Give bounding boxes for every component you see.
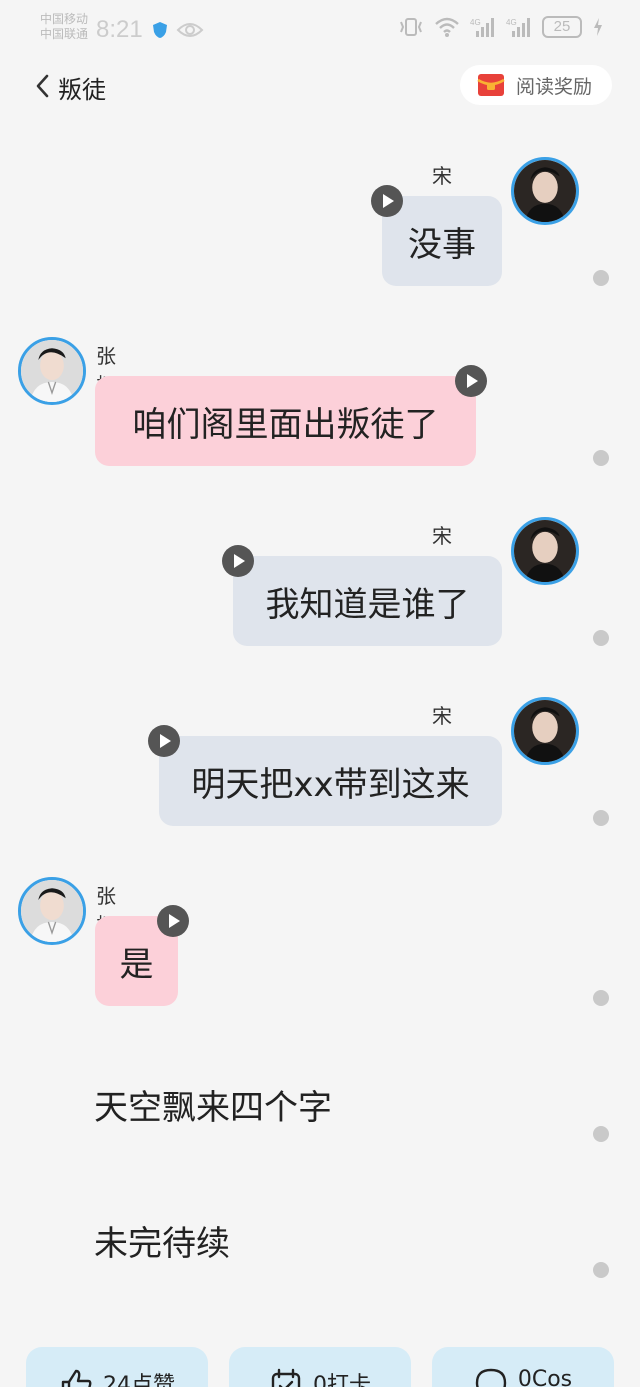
carrier-1: 中国移动 bbox=[40, 12, 89, 26]
battery-icon: 25 bbox=[542, 16, 582, 38]
portrait-image bbox=[514, 520, 576, 582]
avatar-song-yaxuan[interactable] bbox=[511, 697, 579, 765]
message-bubble: 咱们阁里面出叛徒了 bbox=[95, 376, 476, 466]
portrait-image bbox=[21, 340, 83, 402]
red-envelope-icon bbox=[477, 74, 505, 96]
checkin-button[interactable]: 0打卡 bbox=[229, 1347, 411, 1387]
reading-reward-label: 阅读奖励 bbox=[516, 75, 593, 98]
nav-header: 叛徒 阅读奖励 bbox=[0, 60, 640, 112]
play-voice-button[interactable] bbox=[371, 185, 403, 217]
like-count-label: 24点赞 bbox=[103, 1373, 175, 1387]
thumbs-up-icon bbox=[61, 1369, 92, 1387]
signal-4g-icon: 4G bbox=[506, 18, 530, 37]
back-arrow-icon[interactable] bbox=[34, 73, 50, 99]
avatar-zhang-ji[interactable] bbox=[18, 877, 86, 945]
status-icons: 4G 4G 25 bbox=[398, 16, 604, 38]
avatar-zhang-ji[interactable] bbox=[18, 337, 86, 405]
calendar-check-icon bbox=[271, 1368, 301, 1387]
paragraph-comment-dot[interactable] bbox=[593, 1126, 609, 1142]
message-bubble: 明天把xx带到这来 bbox=[159, 736, 502, 826]
paragraph-comment-dot[interactable] bbox=[593, 630, 609, 646]
paragraph-comment-dot[interactable] bbox=[593, 810, 609, 826]
paragraph-comment-dot[interactable] bbox=[593, 990, 609, 1006]
signal-4g-icon: 4G bbox=[470, 18, 494, 37]
eye-icon bbox=[176, 23, 204, 37]
message-bubble: 我知道是谁了 bbox=[233, 556, 502, 646]
play-voice-button[interactable] bbox=[148, 725, 180, 757]
avatar-song-yaxuan[interactable] bbox=[511, 517, 579, 585]
paragraph-comment-dot[interactable] bbox=[593, 1262, 609, 1278]
cos-count-label: 0Cos bbox=[517, 1367, 573, 1387]
play-voice-button[interactable] bbox=[222, 545, 254, 577]
avatar-song-yaxuan[interactable] bbox=[511, 157, 579, 225]
paragraph-comment-dot[interactable] bbox=[593, 270, 609, 286]
wifi-icon bbox=[435, 17, 459, 37]
svg-text:4G: 4G bbox=[506, 18, 517, 27]
like-button[interactable]: 24点赞 bbox=[26, 1347, 208, 1387]
reading-reward-button[interactable]: 阅读奖励 bbox=[460, 65, 612, 105]
shield-icon bbox=[153, 22, 167, 38]
cos-button[interactable]: 0Cos bbox=[432, 1347, 614, 1387]
clock: 8:21 bbox=[96, 16, 143, 43]
portrait-image bbox=[514, 700, 576, 762]
checkin-count-label: 0打卡 bbox=[313, 1373, 371, 1387]
status-bar: 中国移动 中国联通 8:21 4G 4G 25 bbox=[0, 0, 640, 60]
charging-icon bbox=[594, 18, 602, 36]
portrait-image bbox=[514, 160, 576, 222]
portrait-image bbox=[21, 880, 83, 942]
play-voice-button[interactable] bbox=[157, 905, 189, 937]
play-voice-button[interactable] bbox=[455, 365, 487, 397]
paragraph-comment-dot[interactable] bbox=[593, 450, 609, 466]
page-title: 叛徒 bbox=[58, 76, 106, 104]
svg-text:4G: 4G bbox=[470, 18, 481, 27]
vibrate-icon bbox=[400, 18, 422, 36]
comment-bubble-icon bbox=[475, 1368, 507, 1387]
narration-text: 未完待续 bbox=[94, 1224, 230, 1264]
carrier-2: 中国联通 bbox=[40, 27, 89, 41]
narration-text: 天空飘来四个字 bbox=[94, 1088, 332, 1128]
carrier-label: 中国移动 中国联通 bbox=[40, 12, 88, 42]
